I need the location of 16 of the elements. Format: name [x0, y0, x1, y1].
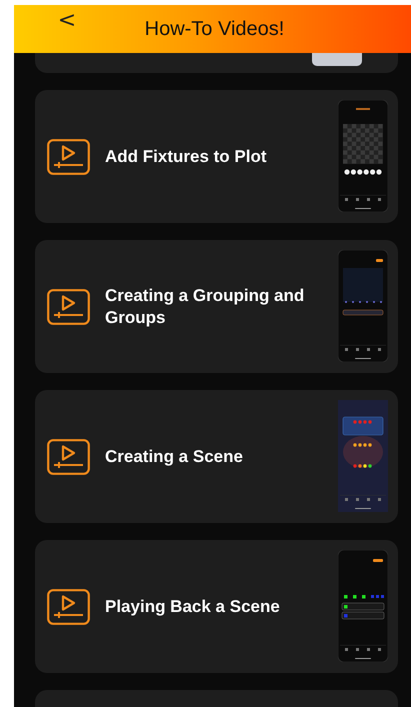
video-play-icon [47, 138, 90, 174]
page-title: How-To Videos! [144, 18, 286, 40]
video-title: Creating a Scene [105, 446, 244, 468]
app-preview-drawing [312, 53, 362, 66]
video-card[interactable]: Add Fixtures to Plot [35, 90, 398, 223]
video-play-icon [47, 288, 90, 324]
video-play-icon [47, 588, 90, 624]
video-card[interactable]: Playing Back a Scene [35, 540, 398, 673]
video-card[interactable]: Creating a Scene [35, 390, 398, 523]
video-title: Add Fixtures to Plot [105, 146, 268, 168]
video-card[interactable]: Creating a Grouping and Groups [35, 240, 398, 373]
video-play-icon [47, 438, 90, 474]
video-card[interactable] [35, 53, 398, 73]
video-title: Creating a Grouping and Groups [105, 284, 306, 328]
back-button[interactable]: < [52, 8, 82, 33]
video-title: Playing Back a Scene [105, 596, 281, 618]
